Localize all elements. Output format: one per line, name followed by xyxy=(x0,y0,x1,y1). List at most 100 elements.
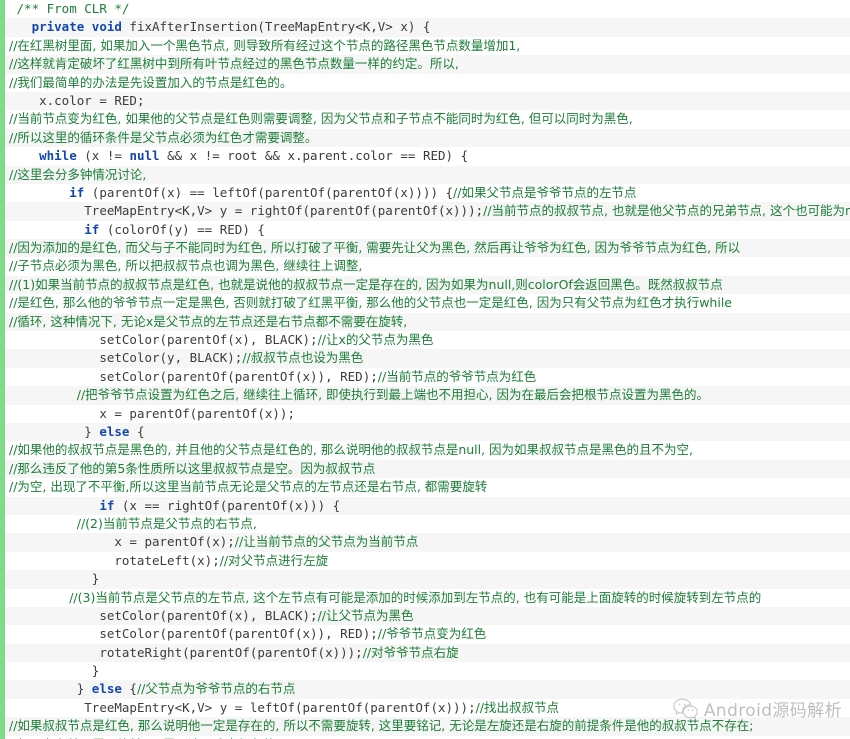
code-line[interactable]: //(3)当前节点是父节点的左节点, 这个左节点有可能是添加的时候添加到左节点的… xyxy=(0,588,850,607)
code-line[interactable]: setColor(parentOf(parentOf(x)), RED);//当… xyxy=(0,367,850,387)
token-kw: private xyxy=(31,19,85,35)
code-line[interactable]: } xyxy=(0,570,850,589)
code-line[interactable]: //我们最简单的办法是先设置加入的节点是红色的。 xyxy=(0,73,850,92)
token-cmt: //当前节点的叔叔节点, 也就是他父节点的兄弟节点, 这个也可能为null xyxy=(483,203,850,219)
code-line[interactable]: //(2)当前节点是父节点的右节点, xyxy=(0,514,850,534)
code-line[interactable]: } else { xyxy=(0,422,850,442)
token-cmt: //叔叔节点也设为黑色 xyxy=(242,350,364,366)
token-pln: (colorOf(y) == RED) { xyxy=(99,221,265,237)
code-line[interactable]: private void fixAfterInsertion(TreeMapEn… xyxy=(0,18,850,37)
token-pln: fixAfterInsertion(TreeMapEntry<K,V> x) { xyxy=(121,19,431,35)
token-cmt: /** From CLR */ xyxy=(16,1,130,16)
code-line[interactable]: rotateLeft(x);//对父节点进行左旋 xyxy=(0,551,850,571)
token-pln: } xyxy=(91,571,100,587)
code-line[interactable]: //当前节点变为红色, 如果他的父节点是红色则需要调整, 因为父节点和子节点不能… xyxy=(0,110,850,129)
token-pln: (x == rightOf(parentOf(x))) { xyxy=(114,497,341,513)
token-cmt: //这样就肯定破坏了红黑树中到所有叶节点经过的黑色节点数量一样的约定。所以, xyxy=(9,56,459,72)
code-line[interactable]: //循环, 这种情况下, 无论x是父节点的左节点还是右节点都不需要在旋转, xyxy=(0,312,850,332)
token-cmt: //找出叔叔节点 xyxy=(475,699,560,715)
token-kw: else xyxy=(91,681,122,697)
code-line[interactable]: //所以这里的循环条件是父节点必须为红色才需要调整。 xyxy=(0,128,850,148)
code-line[interactable]: } xyxy=(0,662,850,681)
code-line[interactable]: TreeMapEntry<K,V> y = rightOf(parentOf(p… xyxy=(0,202,850,221)
token-cmt: //在红黑树里面, 如果加入一个黑色节点, 则导致所有经过这个节点的路径黑色节点… xyxy=(9,37,521,53)
code-line[interactable]: //这里会分多钟情况讨论, xyxy=(0,165,850,184)
code-line[interactable]: } else {//父节点为爷爷节点的右节点 xyxy=(0,680,850,699)
token-kw: void xyxy=(91,19,122,35)
token-cmt: //是红色, 那么他的爷爷节点一定是黑色, 否则就打破了红黑平衡, 那么他的父节… xyxy=(9,295,732,311)
token-kw: else xyxy=(99,423,130,439)
token-cmt: //当前节点变为红色, 如果他的父节点是红色则需要调整, 因为父节点和子节点不能… xyxy=(9,111,633,127)
token-pln: TreeMapEntry<K,V> y = rightOf(parentOf(p… xyxy=(84,203,484,219)
code-line[interactable]: x.color = RED; xyxy=(0,91,850,111)
token-pln: TreeMapEntry<K,V> y = leftOf(parentOf(pa… xyxy=(84,699,476,715)
code-viewer[interactable]: /** From CLR */ private void fixAfterIns… xyxy=(0,0,850,739)
code-line[interactable]: //(1)如果当前节点的叔叔节点是红色, 也就是说他的叔叔节点一定是存在的, 因… xyxy=(0,275,850,295)
code-line[interactable]: if (parentOf(x) == leftOf(parentOf(paren… xyxy=(0,183,850,203)
code-line[interactable]: //如果叔叔节点是红色, 那么说明他一定是存在的, 所以不需要旋转, 这里要铭记… xyxy=(0,717,850,736)
token-pln: } xyxy=(76,681,92,697)
code-line[interactable]: //因为添加的是红色, 而父与子不能同时为红色, 所以打破了平衡, 需要先让父为… xyxy=(0,239,850,258)
token-cmt: //如果他的叔叔节点是黑色的, 并且他的父节点是红色的, 那么说明他的叔叔节点是… xyxy=(9,442,694,458)
token-cmt: //爷爷节点变为红色 xyxy=(377,626,487,642)
token-kw: if xyxy=(99,497,115,513)
token-pln: && x != root && x.parent.color == RED) { xyxy=(159,148,469,164)
code-line[interactable]: rotateRight(parentOf(parentOf(x)));//对爷爷… xyxy=(0,643,850,663)
token-pln: { xyxy=(121,681,137,697)
token-cmt: //让当前节点的父节点为当前节点 xyxy=(234,534,419,550)
token-cmt: //让x的父节点为黑色 xyxy=(317,332,434,348)
code-line[interactable]: x = parentOf(x);//让当前节点的父节点为当前节点 xyxy=(0,533,850,552)
token-pln xyxy=(84,19,92,34)
code-line[interactable]: //这样就肯定破坏了红黑树中到所有叶节点经过的黑色节点数量一样的约定。所以, xyxy=(0,55,850,74)
token-cmt: //(2)当前节点是父节点的右节点, xyxy=(76,515,257,531)
token-pln: setColor(parentOf(x), BLACK); xyxy=(99,332,318,348)
code-line[interactable]: //是红色, 那么他的爷爷节点一定是黑色, 否则就打破了红黑平衡, 那么他的父节… xyxy=(0,294,850,313)
token-pln: (x != xyxy=(76,148,130,164)
code-line[interactable]: while (x != null && x != root && x.paren… xyxy=(0,147,850,166)
token-pln: (parentOf(x) == leftOf(parentOf(parentOf… xyxy=(84,184,454,200)
token-cmt: //那么违反了他的第5条性质所以这里叔叔节点是空。因为叔叔节点 xyxy=(9,460,376,476)
token-cmt: //所以这里的循环条件是父节点必须为红色才需要调整。 xyxy=(9,129,318,145)
code-line[interactable]: if (colorOf(y) == RED) { xyxy=(0,220,850,240)
code-line[interactable]: setColor(parentOf(x), BLACK);//让x的父节点为黑色 xyxy=(0,331,850,350)
code-line[interactable]: //把爷爷节点设置为红色之后, 继续往上循环, 即使执行到最上端也不用担心, 因… xyxy=(0,386,850,405)
code-line[interactable]: //那么违反了他的第5条性质所以这里叔叔节点是空。因为叔叔节点 xyxy=(0,459,850,479)
token-kw: null xyxy=(129,148,160,164)
code-line[interactable]: x = parentOf(parentOf(x)); xyxy=(0,404,850,423)
code-line[interactable]: //在红黑树里面, 如果加入一个黑色节点, 则导致所有经过这个节点的路径黑色节点… xyxy=(0,36,850,56)
code-line[interactable]: if (x == rightOf(parentOf(x))) { xyxy=(0,496,850,515)
code-line[interactable]: setColor(parentOf(parentOf(x)), RED);//爷… xyxy=(0,625,850,644)
code-line[interactable]: setColor(y, BLACK);//叔叔节点也设为黑色 xyxy=(0,349,850,368)
token-cmt: //如果父节点是爷爷节点的左节点 xyxy=(453,184,637,200)
token-cmt: //把爷爷节点设置为红色之后, 继续往上循环, 即使执行到最上端也不用担心, 因… xyxy=(76,387,709,403)
code-line[interactable]: TreeMapEntry<K,V> y = leftOf(parentOf(pa… xyxy=(0,698,850,718)
code-line[interactable]: /** From CLR */ xyxy=(0,0,850,19)
token-cmt: //子节点必须为黑色, 所以把叔叔节点也调为黑色, 继续往上调整, xyxy=(9,258,363,274)
code-line[interactable]: //如果存在就不需要旋转, 只需要遍历改变颜色值即可 xyxy=(0,735,850,739)
code-line[interactable]: //子节点必须为黑色, 所以把叔叔节点也调为黑色, 继续往上调整, xyxy=(0,257,850,276)
token-cmt: //对爷爷节点右旋 xyxy=(362,644,459,660)
code-line[interactable]: setColor(parentOf(x), BLACK);//让父节点为黑色 xyxy=(0,606,850,626)
token-cmt: //为空, 出现了不平衡,所以这里当前节点无论是父节点的左节点还是右节点, 都需… xyxy=(9,479,488,495)
code-line[interactable]: //为空, 出现了不平衡,所以这里当前节点无论是父节点的左节点还是右节点, 都需… xyxy=(0,478,850,497)
token-cmt: //对父节点进行左旋 xyxy=(219,552,329,568)
token-pln: rotateRight(parentOf(parentOf(x))); xyxy=(99,644,363,660)
code-line[interactable]: //如果他的叔叔节点是黑色的, 并且他的父节点是红色的, 那么说明他的叔叔节点是… xyxy=(0,441,850,460)
token-kw: if xyxy=(84,221,100,237)
